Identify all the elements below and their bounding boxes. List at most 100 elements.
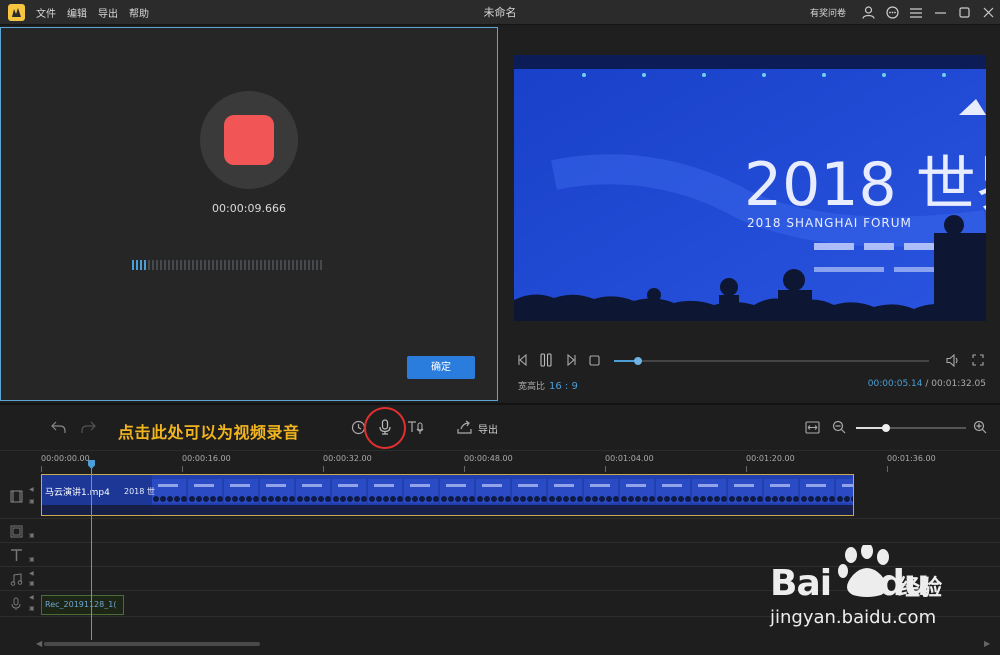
menu-help[interactable]: 帮助	[129, 5, 149, 20]
level-bar	[220, 260, 222, 270]
level-bar	[200, 260, 202, 270]
redo-icon[interactable]	[80, 419, 96, 435]
aspect-label: 宽高比	[518, 382, 546, 392]
title-bar: 文件 编辑 导出 帮助 未命名 有奖问卷	[0, 0, 1000, 25]
text-icon	[9, 548, 23, 562]
user-icon[interactable]	[856, 0, 880, 25]
video-track: ◀ ▣ 2018 世 马云演讲1.mp4	[0, 472, 1000, 519]
level-bar	[268, 260, 270, 270]
level-bar	[260, 260, 262, 270]
level-bar	[304, 260, 306, 270]
level-bar	[288, 260, 290, 270]
playhead[interactable]	[91, 462, 92, 640]
tick-label: 00:01:04.00	[605, 454, 654, 463]
prev-frame-icon[interactable]	[516, 353, 530, 367]
playback-time: 00:00:05.14 / 00:01:32.05	[867, 379, 986, 389]
zoom-out-icon[interactable]	[831, 419, 847, 435]
level-bar	[300, 260, 302, 270]
level-bar	[252, 260, 254, 270]
track-lock-icon[interactable]: ▣	[29, 580, 35, 587]
feedback-icon[interactable]	[880, 0, 904, 25]
app-logo-icon	[8, 4, 25, 21]
level-bar	[296, 260, 298, 270]
text-to-speech-icon[interactable]	[407, 419, 427, 435]
level-bar	[172, 260, 174, 270]
level-bar	[144, 260, 146, 270]
preview-panel: 2018 世界 2018 SHANGHAI FORUM	[500, 27, 1000, 401]
track-lock-icon[interactable]: ▣	[29, 556, 35, 563]
overlay-icon	[9, 524, 23, 538]
confirm-button[interactable]: 确定	[407, 356, 475, 379]
stop-recording-button[interactable]	[200, 91, 298, 189]
track-lock-icon[interactable]: ▣	[29, 605, 35, 612]
zoom-slider[interactable]	[856, 424, 966, 432]
level-bar	[316, 260, 318, 270]
horizontal-scrollbar[interactable]	[44, 642, 260, 646]
undo-icon[interactable]	[50, 419, 66, 435]
level-bar	[148, 260, 150, 270]
fit-timeline-icon[interactable]	[804, 419, 820, 435]
minimize-icon[interactable]	[928, 0, 952, 25]
menu-file[interactable]: 文件	[36, 5, 56, 20]
menu-export[interactable]: 导出	[98, 5, 118, 20]
microphone-icon	[9, 597, 23, 611]
voiceover-clip[interactable]: Rec_20191128_1(	[41, 595, 124, 615]
recording-time: 00:00:09.666	[212, 202, 286, 215]
level-bar	[244, 260, 246, 270]
level-bar	[176, 260, 178, 270]
maximize-icon[interactable]	[952, 0, 976, 25]
banner-sub-text: 2018 SHANGHAI FORUM	[747, 216, 912, 230]
level-bar	[240, 260, 242, 270]
video-clip[interactable]: 2018 世 马云演讲1.mp4	[41, 474, 854, 516]
close-icon[interactable]	[976, 0, 1000, 25]
overlay-track: ▣	[0, 519, 1000, 543]
track-mute-icon[interactable]: ◀	[29, 486, 34, 493]
annotation-text: 点击此处可以为视频录音	[118, 423, 300, 442]
timeline-toolbar: 点击此处可以为视频录音 导出	[0, 405, 1000, 450]
level-bar	[140, 260, 142, 270]
seek-handle[interactable]	[633, 357, 642, 365]
pause-icon[interactable]	[539, 353, 553, 367]
tick-label: 00:01:36.00	[887, 454, 936, 463]
export-icon[interactable]	[456, 419, 472, 435]
aspect-value[interactable]: 16 : 9	[549, 381, 578, 392]
video-preview: 2018 世界 2018 SHANGHAI FORUM	[514, 55, 986, 321]
aspect-ratio: 宽高比 16 : 9	[518, 379, 578, 392]
level-bar	[180, 260, 182, 270]
fullscreen-icon[interactable]	[971, 353, 985, 367]
track-lock-icon[interactable]: ▣	[29, 532, 35, 539]
seek-bar[interactable]	[614, 357, 929, 365]
level-bar	[280, 260, 282, 270]
track-mute-icon[interactable]: ◀	[29, 594, 34, 601]
level-bar	[188, 260, 190, 270]
level-bar	[216, 260, 218, 270]
voiceover-clip-name: Rec_20191128_1(	[45, 600, 117, 609]
volume-icon[interactable]	[946, 353, 960, 367]
stop-icon	[224, 115, 274, 165]
current-time: 00:00:05.14	[867, 379, 923, 389]
music-note-icon	[9, 572, 23, 586]
stop-playback-icon[interactable]	[587, 353, 601, 367]
zoom-in-icon[interactable]	[972, 419, 988, 435]
menu-icon[interactable]	[904, 0, 928, 25]
next-frame-icon[interactable]	[564, 353, 578, 367]
export-label[interactable]: 导出	[478, 421, 498, 436]
level-bar	[204, 260, 206, 270]
level-bar	[152, 260, 154, 270]
watermark-url: jingyan.baidu.com	[770, 607, 937, 628]
survey-link[interactable]: 有奖问卷	[810, 6, 846, 19]
level-bar	[208, 260, 210, 270]
watermark-cn: 经验	[898, 576, 943, 601]
zoom-handle[interactable]	[881, 424, 890, 432]
level-bar	[320, 260, 322, 270]
film-icon	[9, 489, 23, 503]
tick-label: 00:00:32.00	[323, 454, 372, 463]
timeline-ruler[interactable]: 00:00:00.00 00:00:16.00 00:00:32.00 00:0…	[0, 450, 1000, 472]
track-mute-icon[interactable]: ◀	[29, 570, 34, 577]
tick-label: 00:00:48.00	[464, 454, 513, 463]
menu-edit[interactable]: 编辑	[67, 5, 87, 20]
level-bar	[232, 260, 234, 270]
scroll-left-icon[interactable]: ◀	[36, 639, 42, 648]
track-lock-icon[interactable]: ▣	[29, 498, 35, 505]
scroll-right-icon[interactable]: ▶	[984, 639, 990, 648]
